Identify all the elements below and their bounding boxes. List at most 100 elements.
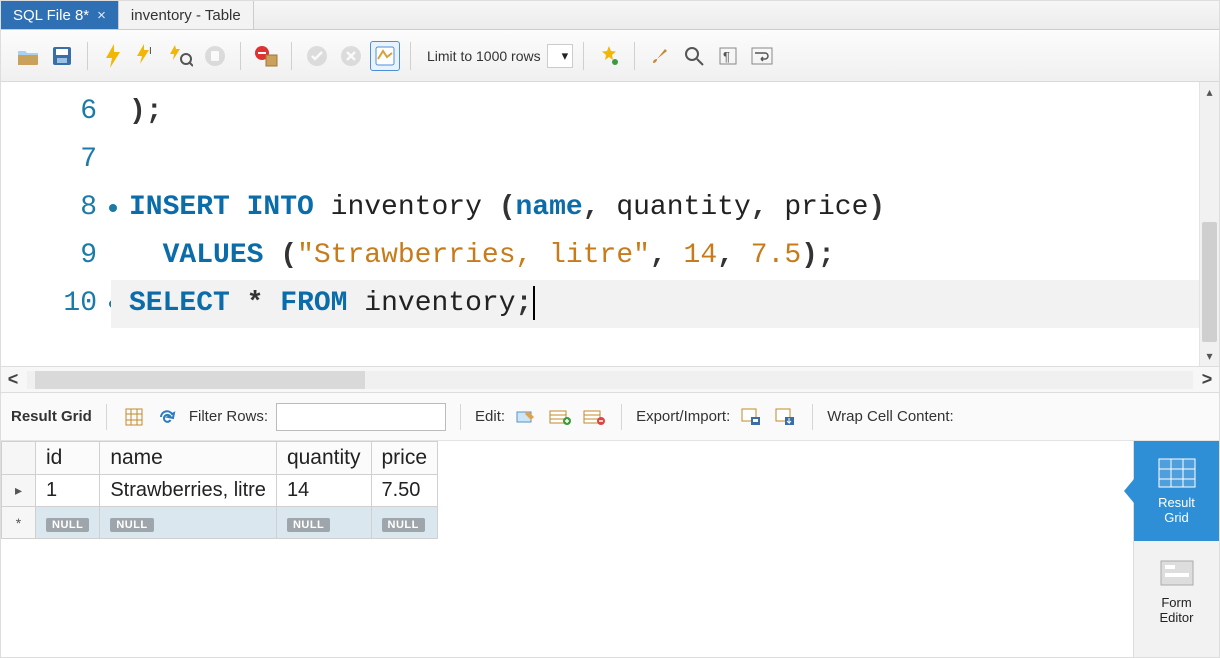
toolbar-separator <box>410 42 411 70</box>
limit-dropdown[interactable]: ▾ <box>547 44 574 68</box>
horizontal-scrollbar[interactable]: < > <box>1 367 1219 393</box>
grid-view-icon[interactable] <box>121 405 147 429</box>
sql-editor[interactable]: 678910 ); INSERT INTO inventory (name, qu… <box>1 82 1219 367</box>
tab-label: SQL File 8* <box>13 7 89 24</box>
find-button[interactable] <box>679 41 709 71</box>
toolbar-separator <box>87 42 88 70</box>
cell[interactable]: Strawberries, litre <box>100 475 277 507</box>
row-selector[interactable]: * <box>2 507 36 539</box>
scroll-thumb[interactable] <box>35 371 365 389</box>
scroll-right-icon[interactable]: > <box>1195 369 1219 390</box>
toolbar-separator <box>634 42 635 70</box>
text-cursor <box>533 286 535 320</box>
row-selector[interactable]: ▸ <box>2 475 36 507</box>
line-number: 9 <box>1 232 111 280</box>
commit-button[interactable] <box>302 41 332 71</box>
filter-rows-input[interactable] <box>276 403 446 431</box>
sidepanel-form[interactable]: FormEditor <box>1134 541 1219 641</box>
tab-1[interactable]: inventory - Table <box>119 1 254 29</box>
form-icon <box>1157 557 1197 589</box>
toolbar-separator <box>583 42 584 70</box>
code-line[interactable]: VALUES ("Strawberries, litre", 14, 7.5); <box>111 232 1219 280</box>
wrap-button[interactable] <box>747 41 777 71</box>
toolbar-separator <box>291 42 292 70</box>
code-line[interactable]: INSERT INTO inventory (name, quantity, p… <box>111 184 1219 232</box>
column-header[interactable]: price <box>371 442 438 475</box>
line-number: 8 <box>1 184 111 232</box>
app-window: SQL File 8* × inventory - Table I <box>0 0 1220 658</box>
results-side-panel: ResultGrid FormEditor <box>1133 441 1219 657</box>
cell[interactable]: NULL <box>371 507 438 539</box>
toolbar-separator <box>240 42 241 70</box>
refresh-icon[interactable] <box>155 405 181 429</box>
code-line[interactable]: SELECT * FROM inventory; <box>111 280 1219 328</box>
toolbar-separator <box>621 404 622 430</box>
delete-row-icon[interactable] <box>581 405 607 429</box>
vertical-scrollbar[interactable]: ▴ ▾ <box>1199 82 1219 366</box>
import-icon[interactable] <box>772 405 798 429</box>
line-number: 6 <box>1 88 111 136</box>
code-area[interactable]: ); INSERT INTO inventory (name, quantity,… <box>111 82 1219 366</box>
cell[interactable]: NULL <box>276 507 371 539</box>
show-whitespace-button[interactable]: ¶ <box>713 41 743 71</box>
scroll-down-icon[interactable]: ▾ <box>1200 346 1219 366</box>
export-icon[interactable] <box>738 405 764 429</box>
cell[interactable]: 1 <box>36 475 100 507</box>
svg-text:¶: ¶ <box>723 49 730 64</box>
row-header-blank <box>2 442 36 475</box>
cell[interactable]: 7.50 <box>371 475 438 507</box>
edit-label: Edit: <box>475 408 505 425</box>
column-header[interactable]: id <box>36 442 100 475</box>
chevron-down-icon: ▾ <box>562 48 569 64</box>
scroll-track[interactable] <box>27 371 1193 389</box>
close-icon[interactable]: × <box>97 7 106 24</box>
wrap-content-label: Wrap Cell Content: <box>827 408 953 425</box>
code-line[interactable]: ); <box>111 88 1219 136</box>
open-file-button[interactable] <box>13 41 43 71</box>
scroll-left-icon[interactable]: < <box>1 369 25 390</box>
limit-label: Limit to 1000 rows <box>427 48 541 64</box>
sidepanel-label: ResultGrid <box>1158 495 1195 525</box>
result-grid[interactable]: idnamequantityprice▸1Strawberries, litre… <box>1 441 1133 657</box>
brush-button[interactable] <box>645 41 675 71</box>
column-header[interactable]: name <box>100 442 277 475</box>
column-header[interactable]: quantity <box>276 442 371 475</box>
tab-label: inventory - Table <box>131 7 241 24</box>
svg-text:I: I <box>149 46 152 57</box>
execute-current-button[interactable]: I <box>132 41 162 71</box>
stop-on-error-button[interactable] <box>251 41 281 71</box>
tab-0[interactable]: SQL File 8* × <box>1 1 119 29</box>
execute-button[interactable] <box>98 41 128 71</box>
cell[interactable]: NULL <box>36 507 100 539</box>
cell[interactable]: 14 <box>276 475 371 507</box>
rollback-button[interactable] <box>336 41 366 71</box>
result-grid-label: Result Grid <box>11 408 92 425</box>
save-button[interactable] <box>47 41 77 71</box>
result-table[interactable]: idnamequantityprice▸1Strawberries, litre… <box>1 441 438 539</box>
stop-button[interactable] <box>200 41 230 71</box>
cell[interactable]: NULL <box>100 507 277 539</box>
sidepanel-label: FormEditor <box>1160 595 1194 625</box>
autocommit-toggle[interactable] <box>370 41 400 71</box>
grid-icon <box>1157 457 1197 489</box>
line-gutter: 678910 <box>1 82 111 366</box>
export-import-label: Export/Import: <box>636 408 730 425</box>
beautify-button[interactable] <box>594 41 624 71</box>
line-number: 7 <box>1 136 111 184</box>
table-row[interactable]: ▸1Strawberries, litre147.50 <box>2 475 438 507</box>
sidepanel-grid[interactable]: ResultGrid <box>1134 441 1219 541</box>
toolbar-separator <box>812 404 813 430</box>
scroll-thumb[interactable] <box>1202 222 1217 342</box>
add-row-icon[interactable] <box>547 405 573 429</box>
line-number: 10 <box>1 280 111 328</box>
results-area: idnamequantityprice▸1Strawberries, litre… <box>1 441 1219 657</box>
scroll-up-icon[interactable]: ▴ <box>1200 82 1219 102</box>
edit-row-icon[interactable] <box>513 405 539 429</box>
filter-rows-label: Filter Rows: <box>189 408 268 425</box>
table-row[interactable]: *NULLNULLNULLNULL <box>2 507 438 539</box>
explain-button[interactable] <box>166 41 196 71</box>
toolbar-separator <box>460 404 461 430</box>
toolbar-separator <box>106 404 107 430</box>
code-line[interactable] <box>111 136 1219 184</box>
results-toolbar: Result Grid Filter Rows: Edit: Export/Im… <box>1 393 1219 441</box>
